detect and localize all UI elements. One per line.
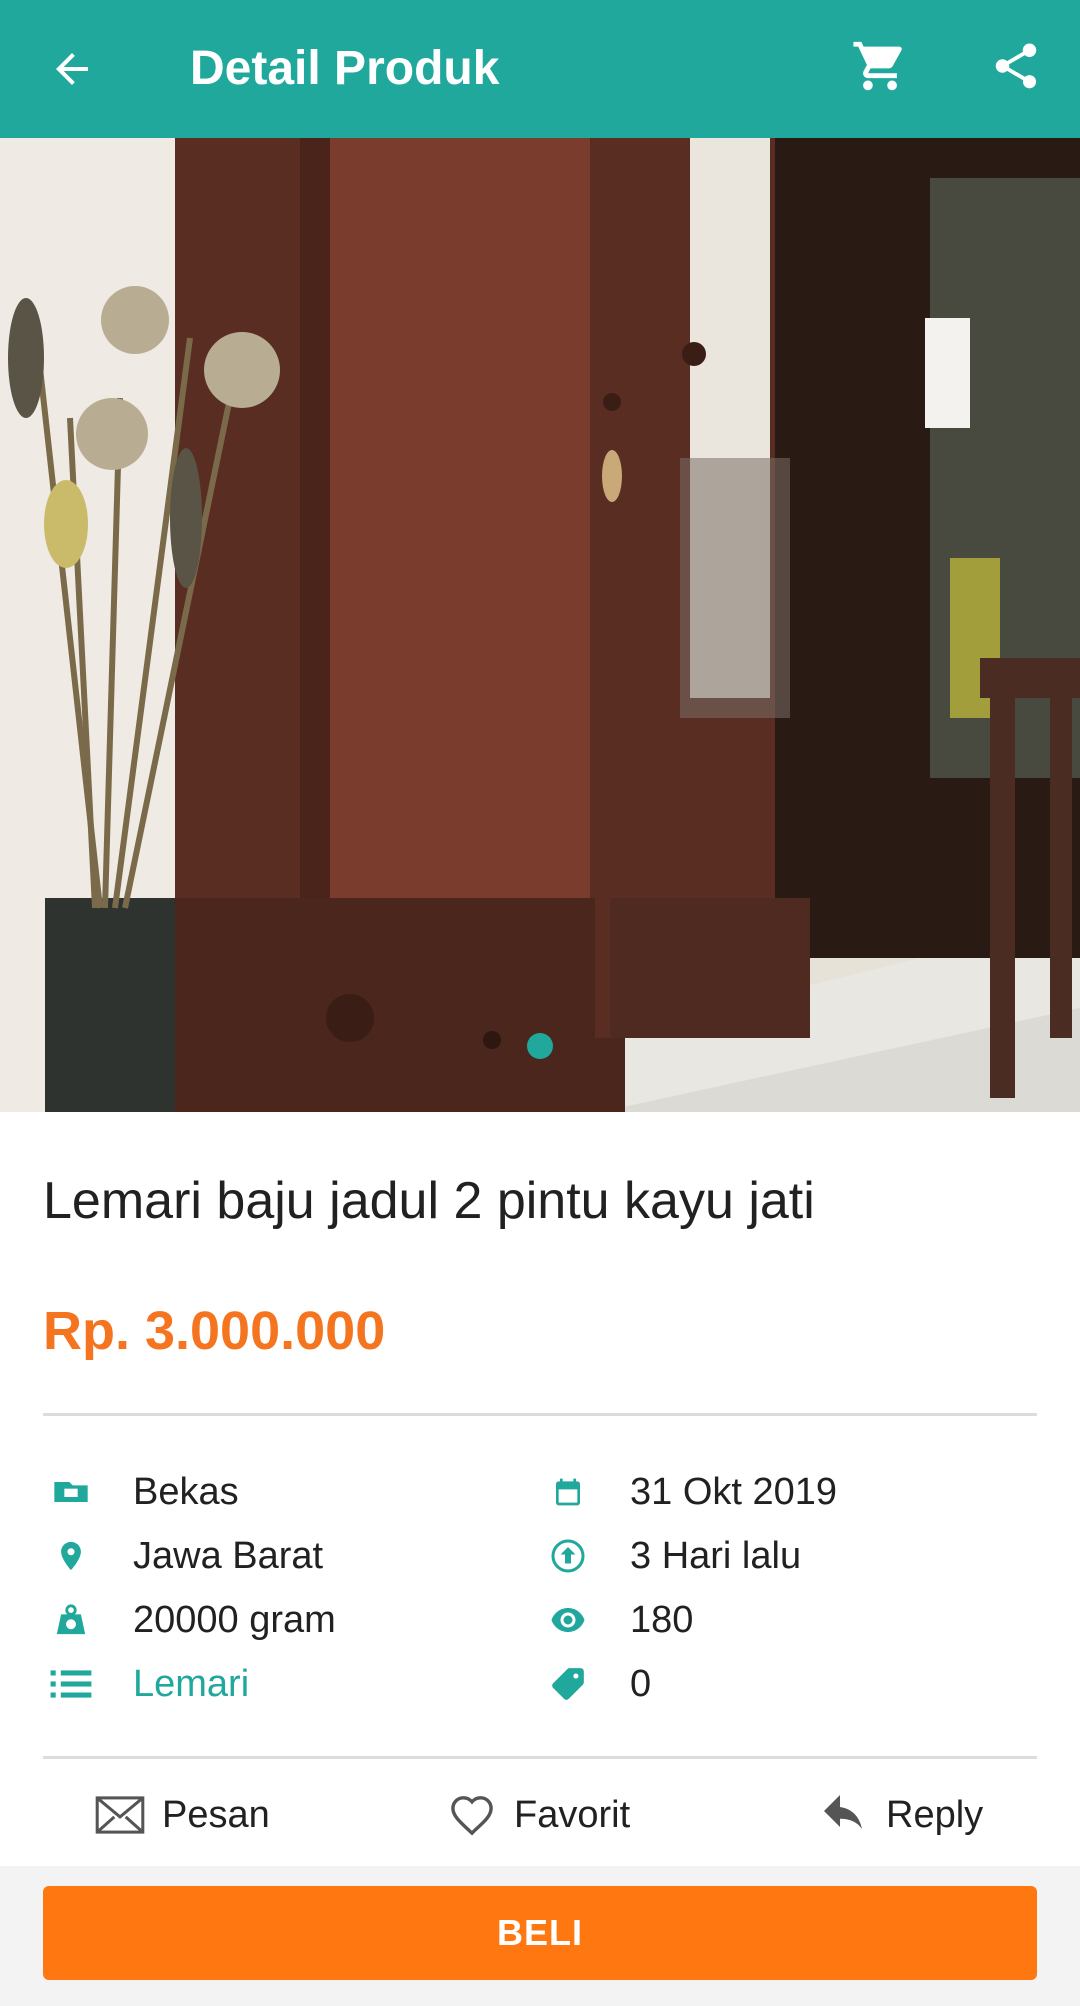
share-button[interactable]: [984, 34, 1048, 98]
date-value: 31 Okt 2019: [630, 1471, 838, 1513]
detail-condition: Bekas: [43, 1462, 239, 1522]
sold-value: 0: [630, 1663, 652, 1705]
cart-icon: [853, 41, 902, 91]
weight-icon: [43, 1595, 99, 1645]
detail-sold: 0: [540, 1654, 651, 1714]
share-icon: [995, 43, 1037, 89]
buy-button[interactable]: BELI: [43, 1886, 1037, 1980]
product-image[interactable]: [0, 138, 1080, 1112]
gallery-page-indicator: [527, 1033, 553, 1059]
reply-button[interactable]: Reply: [816, 1782, 983, 1848]
app-bar: Detail Produk: [0, 0, 1080, 138]
message-button[interactable]: Pesan: [92, 1782, 270, 1848]
category-link[interactable]: Lemari: [133, 1659, 249, 1709]
condition-value: Bekas: [133, 1471, 239, 1513]
upload-arrow-icon: [540, 1531, 596, 1581]
location-pin-icon: [43, 1531, 99, 1581]
calendar-icon: [540, 1467, 596, 1517]
heart-icon: [444, 1790, 500, 1840]
cart-button[interactable]: [848, 34, 912, 98]
sold-tag-icon: [540, 1659, 596, 1709]
reply-label: Reply: [886, 1794, 984, 1836]
favorite-label: Favorit: [514, 1794, 631, 1836]
back-button[interactable]: [42, 39, 102, 99]
mail-icon: [92, 1790, 148, 1840]
detail-category[interactable]: Lemari: [43, 1654, 249, 1714]
page-title: Detail Produk: [190, 42, 500, 95]
eye-icon: [540, 1595, 596, 1645]
updated-value: 3 Hari lalu: [630, 1535, 802, 1577]
favorite-button[interactable]: Favorit: [444, 1782, 630, 1848]
views-value: 180: [630, 1599, 694, 1641]
arrow-left-icon: [56, 53, 88, 85]
weight-value: 20000 gram: [133, 1599, 336, 1641]
detail-views: 180: [540, 1590, 693, 1650]
reply-icon: [816, 1790, 872, 1840]
product-title: Lemari baju jadul 2 pintu kayu jati: [43, 1172, 815, 1230]
location-value: Jawa Barat: [133, 1535, 324, 1577]
divider: [43, 1413, 1037, 1416]
product-price: Rp. 3.000.000: [43, 1301, 386, 1361]
detail-date: 31 Okt 2019: [540, 1462, 837, 1522]
detail-updated: 3 Hari lalu: [540, 1526, 801, 1586]
category-list-icon: [43, 1659, 99, 1709]
detail-location: Jawa Barat: [43, 1526, 323, 1586]
detail-weight: 20000 gram: [43, 1590, 336, 1650]
message-label: Pesan: [162, 1794, 270, 1836]
divider: [43, 1756, 1037, 1759]
condition-icon: [43, 1467, 99, 1517]
